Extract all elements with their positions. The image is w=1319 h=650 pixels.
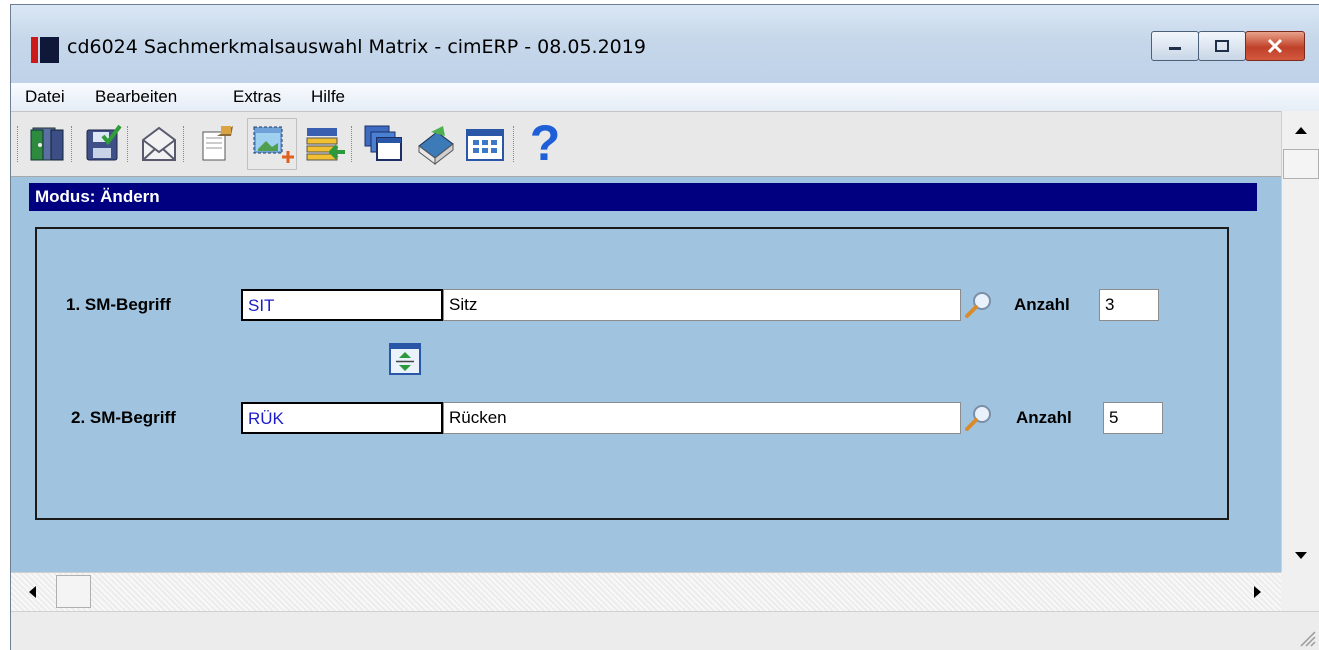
exit-button[interactable] xyxy=(25,122,69,166)
toolbar-separator xyxy=(183,126,187,162)
table-button[interactable] xyxy=(463,122,507,166)
list-import-icon xyxy=(306,128,345,161)
mode-bar: Modus: Ändern xyxy=(29,183,1257,211)
magnifier-icon xyxy=(965,405,991,431)
arrow-down-icon xyxy=(1295,552,1307,559)
minimize-icon xyxy=(1169,47,1181,50)
menu-bar: Datei Bearbeiten Extras Hilfe xyxy=(11,83,1319,111)
magnifier-icon xyxy=(965,292,991,318)
close-button[interactable] xyxy=(1245,31,1305,61)
copy-windows-button[interactable] xyxy=(361,122,405,166)
anzahl-1-input[interactable]: 3 xyxy=(1099,289,1159,321)
vertical-scroll-thumb[interactable] xyxy=(1283,149,1319,179)
scroll-up-button[interactable] xyxy=(1286,115,1316,145)
exit-door-icon xyxy=(30,127,64,161)
title-bar[interactable]: cd6024 Sachmerkmalsauswahl Matrix - cimE… xyxy=(11,5,1319,83)
close-icon xyxy=(1267,38,1283,54)
sm-begriff-2-label: 2. SM-Begriff xyxy=(71,408,176,427)
book-icon xyxy=(418,126,454,166)
caption-buttons xyxy=(1151,31,1305,61)
swap-criteria-button[interactable] xyxy=(389,343,421,375)
scroll-left-button[interactable] xyxy=(17,577,47,607)
scrollbar-corner xyxy=(1281,572,1319,611)
app-logo-icon xyxy=(31,35,59,63)
anzahl-1-label: Anzahl xyxy=(1014,295,1070,314)
arrow-left-icon xyxy=(29,586,36,598)
sm-begriff-1-label: 1. SM-Begriff xyxy=(66,295,171,314)
resize-grip-icon[interactable] xyxy=(1296,627,1316,647)
sm-begriff-2-search-button[interactable] xyxy=(963,403,993,433)
sm-begriff-1-search-button[interactable] xyxy=(963,290,993,320)
new-window-icon xyxy=(253,126,294,163)
arrow-right-icon xyxy=(1254,586,1261,598)
maximize-icon xyxy=(1215,40,1229,52)
status-bar xyxy=(11,611,1319,650)
mail-button[interactable] xyxy=(137,122,181,166)
list-import-button[interactable] xyxy=(303,122,347,166)
menu-extras[interactable]: Extras xyxy=(233,87,281,107)
paste-icon xyxy=(202,126,233,161)
swap-icon xyxy=(389,343,421,375)
mail-icon xyxy=(142,126,176,161)
help-button[interactable]: ? xyxy=(525,116,565,170)
sm-begriff-1-description-field[interactable]: Sitz xyxy=(443,289,961,321)
menu-datei[interactable]: Datei xyxy=(25,87,65,107)
toolbar-grip xyxy=(17,126,21,162)
help-icon: ? xyxy=(529,115,561,171)
menu-bearbeiten[interactable]: Bearbeiten xyxy=(95,87,177,107)
maximize-button[interactable] xyxy=(1198,31,1246,61)
sm-begriff-2-code-input[interactable]: RÜK xyxy=(241,402,443,434)
sm-begriff-2-description-field[interactable]: Rücken xyxy=(443,402,961,434)
anzahl-2-label: Anzahl xyxy=(1016,408,1072,427)
arrow-up-icon xyxy=(1295,127,1307,134)
new-window-button[interactable] xyxy=(247,118,297,170)
book-button[interactable] xyxy=(413,122,457,166)
window-title: cd6024 Sachmerkmalsauswahl Matrix - cimE… xyxy=(67,36,646,58)
anzahl-2-input[interactable]: 5 xyxy=(1103,402,1163,434)
horizontal-scrollbar[interactable] xyxy=(11,572,1281,611)
horizontal-scroll-thumb[interactable] xyxy=(56,575,91,608)
toolbar: ? xyxy=(11,111,1281,177)
scroll-right-button[interactable] xyxy=(1243,577,1273,607)
vertical-scrollbar[interactable] xyxy=(1281,111,1319,572)
criteria-frame xyxy=(35,227,1229,520)
menu-hilfe[interactable]: Hilfe xyxy=(311,87,345,107)
toolbar-separator xyxy=(351,126,355,162)
toolbar-separator xyxy=(127,126,131,162)
toolbar-separator xyxy=(513,126,517,162)
scroll-down-button[interactable] xyxy=(1286,541,1316,571)
application-window: cd6024 Sachmerkmalsauswahl Matrix - cimE… xyxy=(10,4,1319,650)
toolbar-separator xyxy=(71,126,75,162)
table-icon xyxy=(466,129,504,161)
save-button[interactable] xyxy=(81,122,125,166)
sm-begriff-1-code-input[interactable]: SIT xyxy=(241,289,443,321)
minimize-button[interactable] xyxy=(1151,31,1199,61)
save-icon xyxy=(86,124,122,161)
copy-windows-icon xyxy=(364,125,402,161)
paste-button[interactable] xyxy=(193,122,237,166)
